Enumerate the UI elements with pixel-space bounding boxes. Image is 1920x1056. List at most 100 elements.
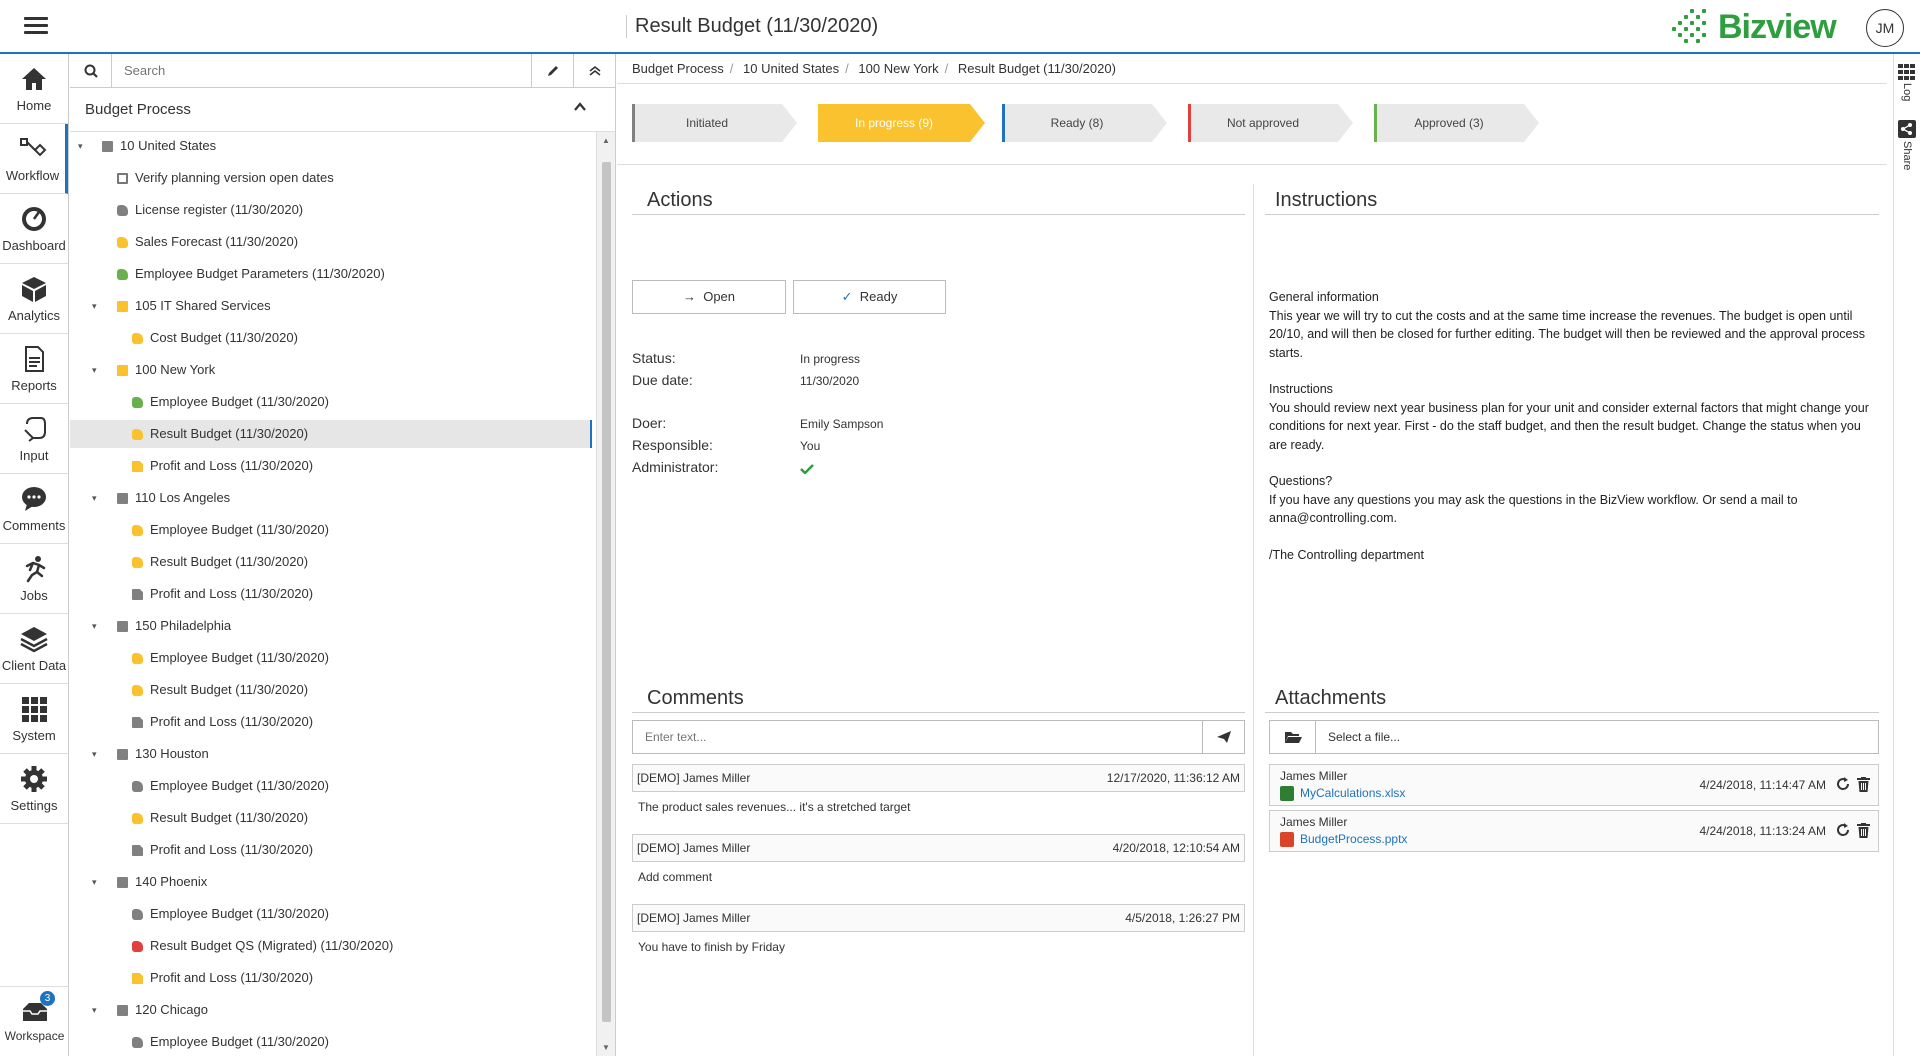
tree-item[interactable]: Result Budget QS (Migrated) (11/30/2020) (70, 932, 592, 960)
tree-item[interactable]: Profit and Loss (11/30/2020) (70, 708, 592, 736)
tree-item[interactable]: Result Budget (11/30/2020) (70, 548, 592, 576)
hand-status-icon (132, 429, 143, 440)
refresh-icon[interactable] (1836, 823, 1850, 837)
nav-client-data[interactable]: Client Data (0, 614, 68, 684)
nav-workspace[interactable]: 3 Workspace (0, 986, 69, 1056)
tree-item[interactable]: Profit and Loss (11/30/2020) (70, 580, 592, 608)
tree-item[interactable]: Employee Budget (11/30/2020) (70, 900, 592, 928)
stage-not-approved[interactable]: Not approved (1188, 104, 1353, 142)
nav-workflow[interactable]: Workflow (0, 124, 68, 194)
tree-item[interactable]: License register (11/30/2020) (70, 196, 592, 224)
tree-item[interactable]: Employee Budget (11/30/2020) (70, 644, 592, 672)
workspace-badge: 3 (40, 991, 55, 1006)
nav-dashboard[interactable]: Dashboard (0, 194, 68, 264)
tree-item[interactable]: Employee Budget (11/30/2020) (70, 516, 592, 544)
share-toggle[interactable]: Share (1898, 120, 1916, 170)
tree-item[interactable]: Employee Budget Parameters (11/30/2020) (70, 260, 592, 288)
open-button[interactable]: → Open (632, 280, 786, 314)
instructions-text: General information This year we will tr… (1269, 288, 1881, 582)
chevron-up-icon[interactable] (573, 100, 587, 114)
comment-input[interactable] (633, 721, 1202, 753)
tree-folder-item[interactable]: ▾ 140 Phoenix (70, 868, 592, 896)
tree-item[interactable]: Employee Budget (11/30/2020) (70, 1028, 592, 1056)
folder-open-icon[interactable] (1270, 721, 1316, 753)
edit-pencil-icon[interactable] (531, 54, 573, 87)
tree-item-label: Employee Budget (11/30/2020) (150, 778, 329, 793)
tree-item[interactable]: Result Budget (11/30/2020) (70, 804, 592, 832)
tree-folder-item[interactable]: ▾ 150 Philadelphia (70, 612, 592, 640)
search-input[interactable] (112, 54, 531, 87)
send-icon[interactable] (1202, 721, 1244, 753)
tree-folder-item[interactable]: ▾ 100 New York (70, 356, 592, 384)
tree-header[interactable]: Budget Process (70, 88, 615, 132)
tree-item[interactable]: Cost Budget (11/30/2020) (70, 324, 592, 352)
breadcrumb-item[interactable]: Budget Process (632, 61, 724, 76)
delete-trash-icon[interactable] (1857, 777, 1870, 792)
collapse-all-icon[interactable] (573, 54, 615, 87)
tree-folder-item[interactable]: ▾ 10 United States (70, 132, 592, 160)
tree-item-label: Profit and Loss (11/30/2020) (150, 714, 314, 729)
tree-folder-item[interactable]: ▾ 120 Chicago (70, 996, 592, 1024)
tree-folder-item[interactable]: ▾ 110 Los Angeles (70, 484, 592, 512)
stage-initiated[interactable]: Initiated (632, 104, 797, 142)
expand-caret-icon[interactable]: ▾ (78, 132, 83, 160)
hamburger-menu-icon[interactable] (24, 17, 48, 37)
scrollbar-thumb[interactable] (602, 162, 611, 1022)
status-value: In progress (800, 352, 861, 366)
expand-caret-icon[interactable]: ▾ (92, 612, 97, 640)
responsible-value: You (800, 439, 821, 453)
tree-item[interactable]: Profit and Loss (11/30/2020) (70, 452, 592, 480)
user-avatar[interactable]: JM (1866, 9, 1904, 47)
log-label: Log (1901, 83, 1913, 102)
nav-jobs[interactable]: Jobs (0, 544, 68, 614)
instructions-paragraph: Questions? If you have any questions you… (1269, 474, 1798, 525)
tree-item[interactable]: Employee Budget (11/30/2020) (70, 388, 592, 416)
expand-caret-icon[interactable]: ▾ (92, 484, 97, 512)
scroll-down-icon[interactable]: ▼ (602, 1043, 610, 1052)
tree-item[interactable]: Profit and Loss (11/30/2020) (70, 836, 592, 864)
stage-ready[interactable]: Ready (8) (1002, 104, 1167, 142)
scroll-up-icon[interactable]: ▲ (602, 136, 610, 145)
tree-folder-item[interactable]: ▾ 105 IT Shared Services (70, 292, 592, 320)
tree-item[interactable]: Employee Budget (11/30/2020) (70, 772, 592, 800)
select-file-label[interactable]: Select a file... (1316, 721, 1400, 753)
nav-input[interactable]: Input (0, 404, 68, 474)
stage-in-progress[interactable]: In progress (9) (818, 104, 985, 142)
breadcrumb-item[interactable]: 100 New York (858, 61, 938, 76)
nav-home[interactable]: Home (0, 54, 68, 124)
tree-item[interactable]: Result Budget (11/30/2020) (70, 420, 592, 448)
attachment-file-link[interactable]: MyCalculations.xlsx (1300, 786, 1405, 800)
nav-comments[interactable]: Comments (0, 474, 68, 544)
breadcrumb-item[interactable]: Result Budget (11/30/2020) (958, 61, 1116, 76)
nav-reports[interactable]: Reports (0, 334, 68, 404)
instructions-paragraph: Instructions You should review next year… (1269, 382, 1869, 452)
tree-item[interactable]: Result Budget (11/30/2020) (70, 676, 592, 704)
hand-status-icon (132, 1037, 143, 1048)
expand-caret-icon[interactable]: ▾ (92, 356, 97, 384)
nav-jobs-label: Jobs (20, 588, 48, 603)
stage-label: Approved (3) (1414, 116, 1484, 130)
tree-item[interactable]: Verify planning version open dates (70, 164, 592, 192)
document-status-icon (132, 589, 143, 600)
search-icon[interactable] (70, 54, 112, 87)
tree-folder-item[interactable]: ▾ 130 Houston (70, 740, 592, 768)
stage-approved[interactable]: Approved (3) (1374, 104, 1539, 142)
ready-button[interactable]: ✓ Ready (793, 280, 946, 314)
expand-caret-icon[interactable]: ▾ (92, 740, 97, 768)
nav-settings[interactable]: Settings (0, 754, 68, 824)
attachment-file-link[interactable]: BudgetProcess.pptx (1300, 832, 1407, 846)
expand-caret-icon[interactable]: ▾ (92, 292, 97, 320)
divider (617, 164, 1887, 165)
tree-scrollbar[interactable]: ▲ ▼ (596, 132, 615, 1056)
delete-trash-icon[interactable] (1857, 823, 1870, 838)
nav-analytics[interactable]: Analytics (0, 264, 68, 334)
hand-status-icon (132, 333, 143, 344)
log-toggle[interactable]: Log (1898, 64, 1916, 101)
expand-caret-icon[interactable]: ▾ (92, 868, 97, 896)
breadcrumb-item[interactable]: 10 United States (743, 61, 839, 76)
refresh-icon[interactable] (1836, 777, 1850, 791)
tree-item[interactable]: Profit and Loss (11/30/2020) (70, 964, 592, 992)
tree-item[interactable]: Sales Forecast (11/30/2020) (70, 228, 592, 256)
nav-system[interactable]: System (0, 684, 68, 754)
expand-caret-icon[interactable]: ▾ (92, 996, 97, 1024)
